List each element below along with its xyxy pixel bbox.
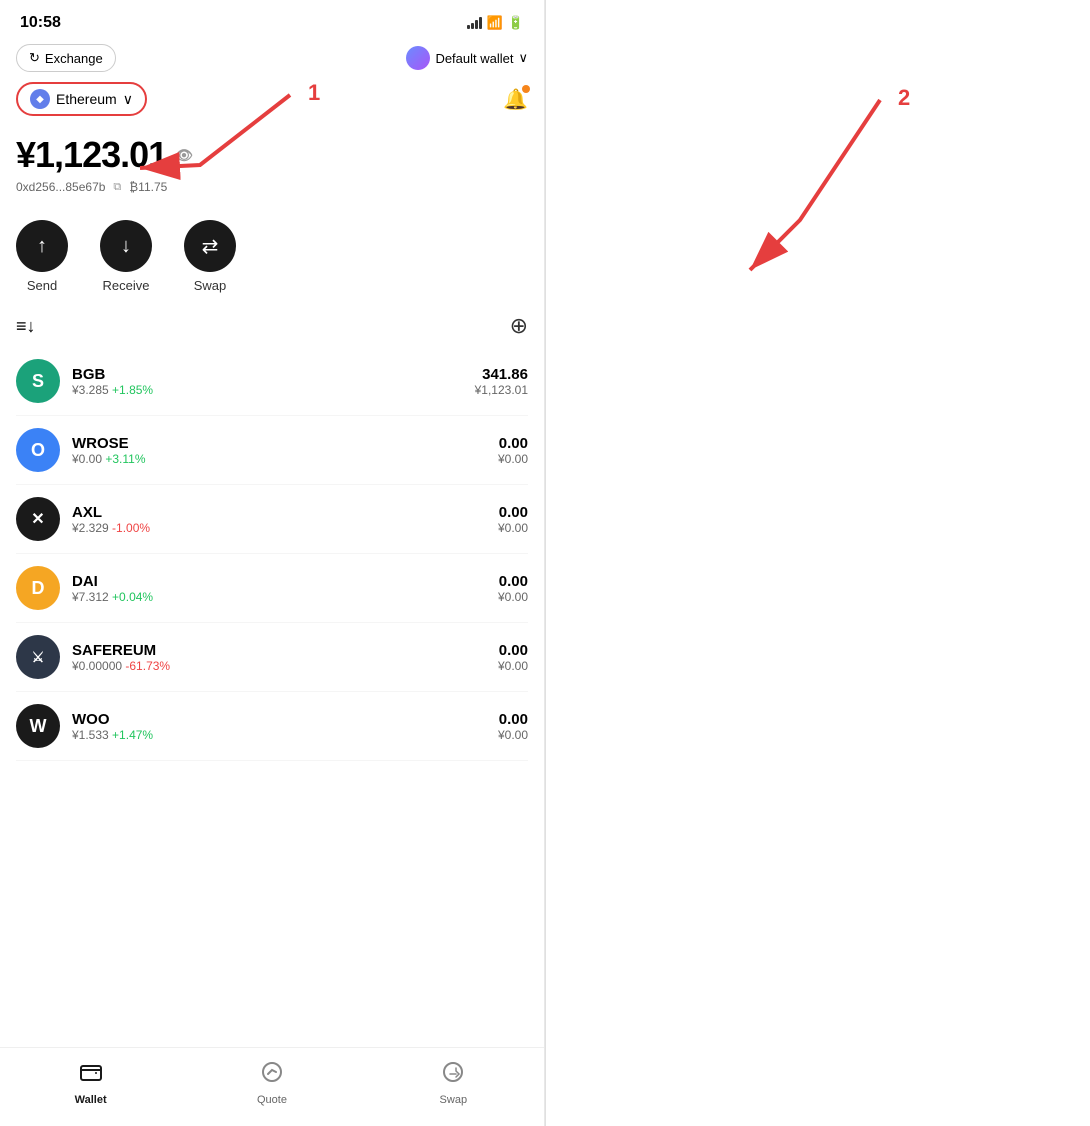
swap-icon: ⇄ (184, 220, 236, 272)
notification-bell[interactable]: 🔔 (503, 87, 528, 112)
add-token-icon[interactable]: ⊕ (510, 313, 528, 339)
bgb-value: ¥1,123.01 (475, 383, 528, 397)
bgb-amount: 341.86 (475, 366, 528, 383)
network-name: Ethereum (56, 91, 117, 107)
signal-icon (467, 17, 482, 29)
exchange-label: Exchange (45, 51, 103, 66)
wrose-value: ¥0.00 (498, 452, 528, 466)
wrose-icon: O (16, 428, 60, 472)
token-item-wrose[interactable]: O WROSE ¥0.00 +3.11% 0.00 ¥0.00 (16, 416, 528, 485)
safereum-amount: 0.00 (498, 642, 528, 659)
exchange-button[interactable]: ↻ Exchange (16, 44, 116, 72)
dai-amount: 0.00 (498, 573, 528, 590)
safereum-value: ¥0.00 (498, 659, 528, 673)
wrose-price: ¥0.00 +3.11% (72, 452, 146, 466)
wallet-name: Default wallet (435, 51, 513, 66)
wifi-icon: 📶 (487, 15, 503, 31)
safereum-symbol: SAFEREUM (72, 642, 170, 659)
receive-icon: ↓ (100, 220, 152, 272)
wallet-address: 0xd256...85e67b (16, 180, 105, 194)
swap-button[interactable]: ⇄ Swap (184, 220, 236, 293)
notification-dot (522, 85, 530, 93)
bgb-symbol: BGB (72, 366, 153, 383)
sort-icon[interactable]: ≡↓ (16, 316, 36, 337)
dai-icon: D (16, 566, 60, 610)
safereum-price: ¥0.00000 -61.73% (72, 659, 170, 673)
woo-icon: W (16, 704, 60, 748)
token-item-bgb[interactable]: S BGB ¥3.285 +1.85% 341.86 ¥1,123.01 (16, 347, 528, 416)
token-item-axl[interactable]: ✕ AXL ¥2.329 -1.00% 0.00 ¥0.00 (16, 485, 528, 554)
wallet-chevron-icon: ∨ (518, 50, 528, 66)
axl-price: ¥2.329 -1.00% (72, 521, 150, 535)
token-item-safereum[interactable]: ⚔ SAFEREUM ¥0.00000 -61.73% 0.00 ¥0.00 (16, 623, 528, 692)
send-button[interactable]: ↑ Send (16, 220, 68, 293)
swap-label: Swap (194, 278, 227, 293)
wallet-selector[interactable]: Default wallet ∨ (406, 46, 528, 70)
token-item-woo[interactable]: W WOO ¥1.533 +1.47% 0.00 ¥0.00 (16, 692, 528, 761)
swap-nav-icon (441, 1060, 465, 1090)
svg-text:2: 2 (898, 85, 910, 110)
dai-value: ¥0.00 (498, 590, 528, 604)
axl-icon: ✕ (16, 497, 60, 541)
eye-icon[interactable]: 👁 (175, 147, 192, 164)
nav-swap[interactable]: Swap (363, 1060, 544, 1106)
receive-button[interactable]: ↓ Receive (100, 220, 152, 293)
balance-amount: ¥1,123.01 (16, 134, 167, 176)
wrose-symbol: WROSE (72, 435, 146, 452)
eth-icon: ◆ (30, 89, 50, 109)
axl-symbol: AXL (72, 504, 150, 521)
wallet-nav-icon (79, 1060, 103, 1090)
woo-price: ¥1.533 +1.47% (72, 728, 153, 742)
battery-icon: 🔋 (508, 15, 524, 31)
send-icon: ↑ (16, 220, 68, 272)
nav-swap-label: Swap (440, 1094, 468, 1106)
wrose-amount: 0.00 (498, 435, 528, 452)
dai-price: ¥7.312 +0.04% (72, 590, 153, 604)
woo-symbol: WOO (72, 711, 153, 728)
dai-symbol: DAI (72, 573, 153, 590)
woo-value: ¥0.00 (498, 728, 528, 742)
bgb-icon: S (16, 359, 60, 403)
woo-amount: 0.00 (498, 711, 528, 728)
axl-amount: 0.00 (498, 504, 528, 521)
axl-value: ¥0.00 (498, 521, 528, 535)
token-item-dai[interactable]: D DAI ¥7.312 +0.04% 0.00 ¥0.00 (16, 554, 528, 623)
network-chevron-icon: ∨ (123, 91, 133, 108)
bottom-nav: Wallet Quote Swap (0, 1047, 544, 1126)
nav-wallet[interactable]: Wallet (0, 1060, 181, 1106)
nav-quote-label: Quote (257, 1094, 287, 1106)
send-label: Send (27, 278, 57, 293)
nav-wallet-label: Wallet (75, 1094, 107, 1106)
quote-nav-icon (260, 1060, 284, 1090)
nav-quote[interactable]: Quote (181, 1060, 362, 1106)
token-list: S BGB ¥3.285 +1.85% 341.86 ¥1,123.01 O W… (0, 347, 544, 1047)
exchange-refresh-icon: ↻ (29, 50, 40, 66)
safereum-icon: ⚔ (16, 635, 60, 679)
bgb-price: ¥3.285 +1.85% (72, 383, 153, 397)
copy-icon[interactable]: ⧉ (113, 181, 121, 194)
btc-amount: ₿11.75 (129, 180, 167, 194)
wallet-avatar (406, 46, 430, 70)
status-time-left: 10:58 (20, 14, 61, 32)
network-button[interactable]: ◆ Ethereum ∨ (16, 82, 147, 116)
receive-label: Receive (103, 278, 150, 293)
